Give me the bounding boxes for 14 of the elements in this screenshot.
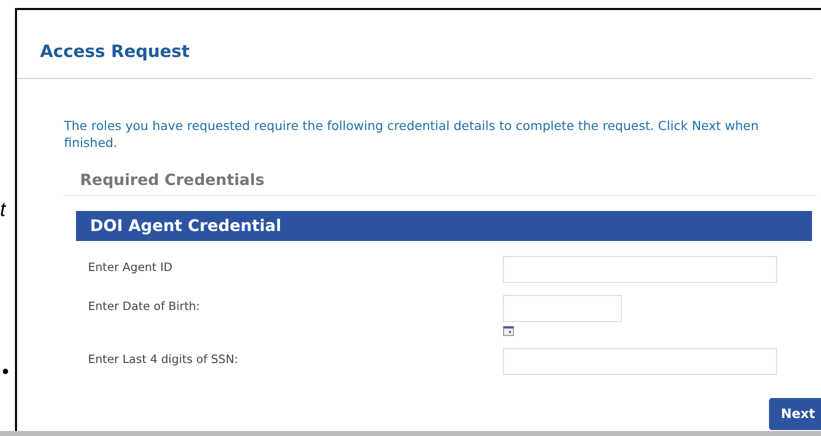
- date-field[interactable]: [503, 295, 622, 322]
- next-button[interactable]: Next: [769, 398, 821, 430]
- background-text: •: [2, 362, 10, 382]
- background-text: t: [0, 200, 6, 220]
- field-label: Enter Last 4 digits of SSN:: [88, 351, 238, 366]
- field-label: Enter Date of Birth:: [88, 298, 200, 313]
- dialog-title: Access Request: [40, 42, 190, 62]
- input-field[interactable]: [503, 348, 777, 375]
- calendar-icon[interactable]: [503, 326, 514, 336]
- instructions-text: The roles you have requested require the following credential details to complete the request. Click Next when finished.: [64, 117, 760, 151]
- credential-header: DOI Agent Credential: [76, 211, 812, 241]
- input-field[interactable]: [503, 256, 777, 283]
- field-label: Enter Agent ID: [88, 259, 172, 274]
- section-title: Required Credentials: [80, 171, 264, 189]
